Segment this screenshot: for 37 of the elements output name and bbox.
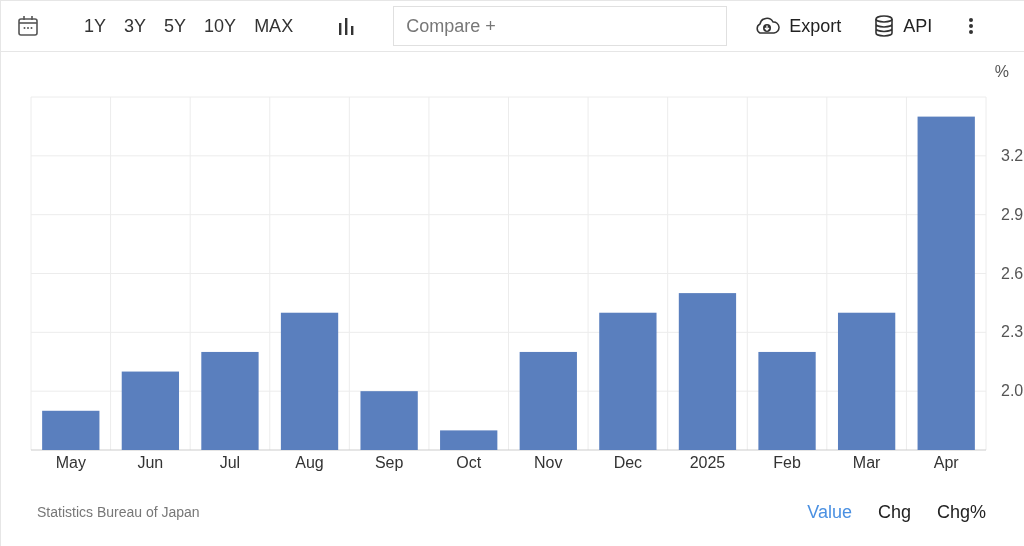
api-button[interactable]: API <box>867 10 939 42</box>
bar <box>360 391 418 450</box>
y-tick-label: 2.3 <box>1001 323 1024 341</box>
range-button[interactable]: MAX <box>246 11 302 41</box>
y-tick-label: 2.9 <box>1001 205 1024 223</box>
export-button[interactable]: Export <box>747 11 848 41</box>
bar-chart-icon[interactable] <box>337 17 356 35</box>
source-label: Statistics Bureau of Japan <box>37 504 200 520</box>
more-icon[interactable] <box>968 17 975 35</box>
bar <box>42 410 100 450</box>
x-tick-label: Nov <box>534 454 563 471</box>
x-tick-label: Jul <box>219 454 241 471</box>
x-tick-label: May <box>55 454 86 471</box>
x-tick-label: Dec <box>613 454 643 471</box>
x-tick-label: Jun <box>137 454 164 471</box>
calendar-icon[interactable] <box>16 14 40 38</box>
compare-field[interactable]: Compare + <box>393 6 728 46</box>
range-button[interactable]: 1Y <box>76 11 115 41</box>
x-tick-label: Sep <box>374 454 404 471</box>
range-button[interactable]: 3Y <box>116 11 155 41</box>
y-tick-label: 2.6 <box>1001 264 1024 282</box>
unit-label: % <box>994 63 1009 80</box>
x-tick-label: Apr <box>933 454 959 471</box>
view-tab[interactable]: Chg <box>869 500 919 525</box>
x-tick-label: Aug <box>295 454 324 471</box>
cloud-download-icon <box>753 15 782 37</box>
range-button[interactable]: 5Y <box>156 11 195 41</box>
bar <box>440 430 498 450</box>
x-tick-label: Oct <box>456 454 482 471</box>
range-button[interactable]: 10Y <box>196 11 245 41</box>
x-tick-label: Mar <box>852 454 881 471</box>
y-tick-label: 2.0 <box>1001 382 1024 400</box>
database-icon <box>873 14 896 38</box>
x-tick-label: Feb <box>773 454 801 471</box>
x-tick-label: 2025 <box>689 454 726 471</box>
y-tick-label: 3.2 <box>1001 146 1024 164</box>
view-tab[interactable]: Chg% <box>928 500 994 525</box>
